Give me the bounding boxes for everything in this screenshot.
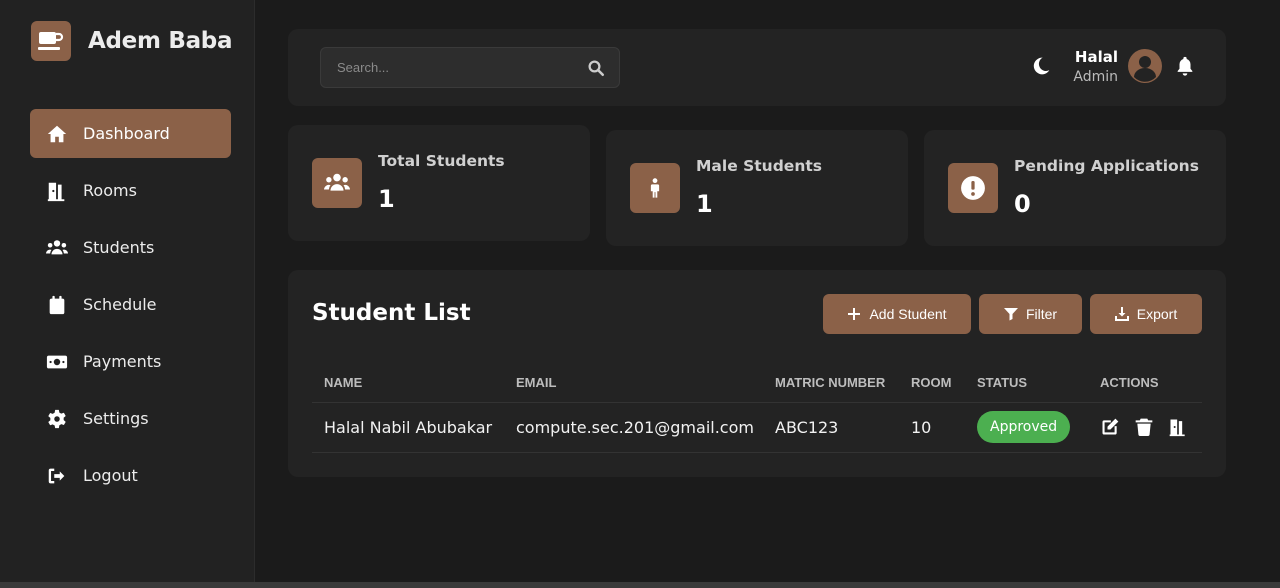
sidebar-item-payments[interactable]: Payments <box>30 337 231 386</box>
filter-label: Filter <box>1025 306 1058 322</box>
search-input[interactable] <box>321 48 581 87</box>
student-email: compute.sec.201@gmail.com <box>504 402 763 453</box>
column-header-room[interactable]: ROOM <box>899 364 965 403</box>
student-name: Halal Nabil Abubakar <box>312 402 504 453</box>
sidebar-item-label: Schedule <box>83 295 157 314</box>
topbar: Halal Admin <box>288 29 1226 106</box>
sidebar-item-label: Students <box>83 238 155 257</box>
sidebar-nav: Dashboard Rooms Students Schedule Paymen… <box>30 109 231 508</box>
money-icon <box>45 350 69 374</box>
filter-button[interactable]: Filter <box>979 294 1082 334</box>
door-icon[interactable] <box>1168 417 1188 437</box>
trash-icon[interactable] <box>1134 417 1154 437</box>
exclamation-icon <box>948 163 998 213</box>
sidebar-item-label: Settings <box>83 409 149 428</box>
student-room: 10 <box>899 402 965 453</box>
student-status-cell: Approved <box>965 402 1088 453</box>
search-box <box>320 47 620 88</box>
sidebar-item-schedule[interactable]: Schedule <box>30 280 231 329</box>
sidebar-item-students[interactable]: Students <box>30 223 231 272</box>
column-header-matric[interactable]: MATRIC NUMBER <box>763 364 899 403</box>
logout-icon <box>45 464 69 488</box>
user-info: Halal Admin <box>1058 48 1118 85</box>
brand[interactable]: Adem Baba <box>31 21 232 61</box>
calendar-icon <box>45 293 69 317</box>
sidebar-item-label: Payments <box>83 352 162 371</box>
window-bottom-edge <box>0 582 1280 588</box>
stat-label: Total Students <box>378 152 505 170</box>
users-icon <box>312 158 362 208</box>
stat-value: 1 <box>378 185 395 213</box>
stat-value: 0 <box>1014 190 1031 218</box>
column-header-actions: ACTIONS <box>1088 364 1202 403</box>
bell-icon[interactable] <box>1174 55 1196 77</box>
stat-card-pending-applications: Pending Applications 0 <box>924 130 1226 246</box>
avatar[interactable] <box>1128 49 1162 83</box>
sidebar: Adem Baba Dashboard Rooms Students Sched… <box>0 0 255 582</box>
student-actions-cell <box>1088 402 1202 453</box>
users-icon <box>45 236 69 260</box>
export-button[interactable]: Export <box>1090 294 1202 334</box>
plus-icon <box>848 308 861 320</box>
user-name: Halal <box>1074 48 1118 66</box>
sidebar-item-dashboard[interactable]: Dashboard <box>30 109 231 158</box>
gear-icon <box>45 407 69 431</box>
male-icon <box>630 163 680 213</box>
sidebar-item-logout[interactable]: Logout <box>30 451 231 500</box>
stat-value: 1 <box>696 190 713 218</box>
sidebar-item-rooms[interactable]: Rooms <box>30 166 231 215</box>
search-icon[interactable] <box>587 59 605 77</box>
stat-card-male-students: Male Students 1 <box>606 130 908 246</box>
sidebar-item-label: Dashboard <box>83 124 170 143</box>
stat-label: Male Students <box>696 157 822 175</box>
add-student-label: Add Student <box>869 306 947 322</box>
student-list-title: Student List <box>312 300 471 326</box>
edit-icon[interactable] <box>1100 417 1120 437</box>
column-header-name[interactable]: NAME <box>312 364 504 403</box>
moon-icon[interactable] <box>1031 56 1051 76</box>
coffee-cup-icon <box>31 21 71 61</box>
sidebar-item-label: Logout <box>83 466 138 485</box>
download-icon <box>1114 307 1129 321</box>
home-icon <box>45 122 69 146</box>
filter-icon <box>1003 308 1018 321</box>
sidebar-item-settings[interactable]: Settings <box>30 394 231 443</box>
student-matric: ABC123 <box>763 402 899 453</box>
sidebar-item-label: Rooms <box>83 181 137 200</box>
add-student-button[interactable]: Add Student <box>823 294 971 334</box>
door-icon <box>45 179 69 203</box>
student-table: NAME EMAIL MATRIC NUMBER ROOM STATUS ACT… <box>312 364 1202 453</box>
table-row[interactable]: Halal Nabil Abubakar compute.sec.201@gma… <box>312 402 1202 453</box>
column-header-status[interactable]: STATUS <box>965 364 1088 403</box>
export-label: Export <box>1136 306 1178 322</box>
column-header-email[interactable]: EMAIL <box>504 364 763 403</box>
table-header-row: NAME EMAIL MATRIC NUMBER ROOM STATUS ACT… <box>312 364 1202 403</box>
stat-label: Pending Applications <box>1014 157 1199 175</box>
brand-name: Adem Baba <box>88 28 233 54</box>
status-badge: Approved <box>977 411 1071 443</box>
stat-card-total-students: Total Students 1 <box>288 125 590 241</box>
student-list-card: Student List Add Student Filter Export N… <box>288 270 1226 477</box>
user-role: Admin <box>1073 69 1118 85</box>
